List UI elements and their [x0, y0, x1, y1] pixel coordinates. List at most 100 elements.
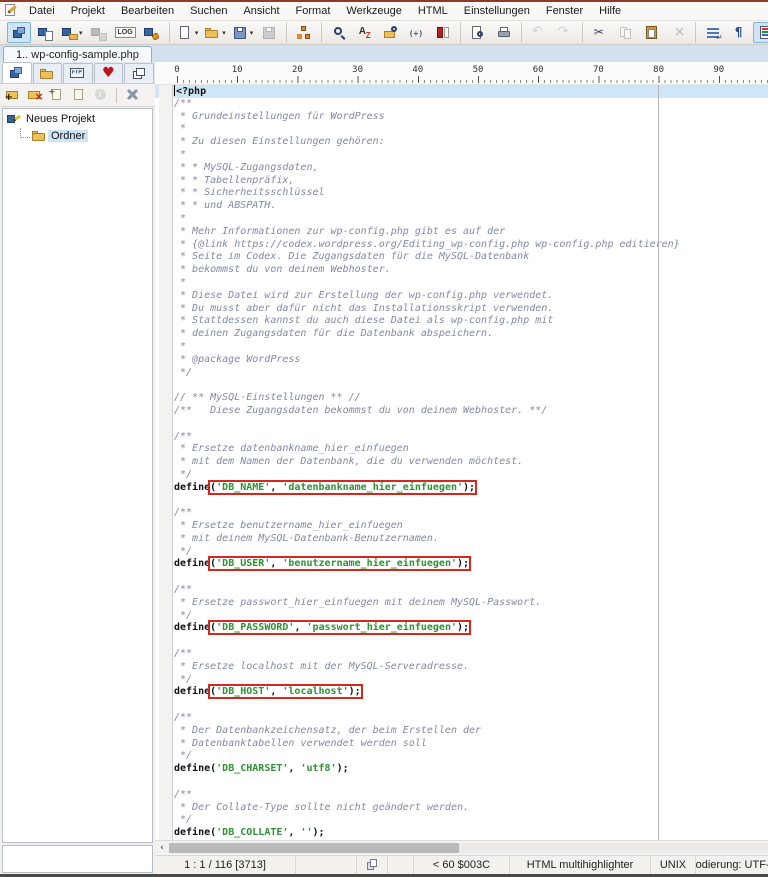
project-add-button[interactable]: ▾	[59, 22, 85, 43]
code-line[interactable]: * deinen Zugangsdaten für die Datenbank …	[155, 328, 768, 341]
code-line[interactable]: * * und ABSPATH.	[155, 200, 768, 213]
code-line[interactable]: */	[155, 814, 768, 827]
code-line[interactable]: * * MySQL-Zugangsdaten,	[155, 162, 768, 175]
code-line[interactable]: */	[155, 610, 768, 623]
code-line[interactable]: */	[155, 750, 768, 763]
indent-button[interactable]	[701, 22, 725, 43]
chevron-down-icon[interactable]: ▾	[250, 29, 254, 37]
scrollbar-track[interactable]	[459, 843, 768, 853]
project-tools-button[interactable]	[122, 86, 142, 105]
code-line[interactable]: * Zu diesen Einstellungen gehören:	[155, 136, 768, 149]
copy-button[interactable]	[614, 22, 638, 43]
menu-item-ansicht[interactable]: Ansicht	[235, 4, 287, 18]
code-line[interactable]: /**	[155, 431, 768, 444]
code-line[interactable]: define('DB_NAME', 'datenbankname_hier_ei…	[155, 482, 768, 495]
code-line[interactable]: /**	[155, 648, 768, 661]
code-line[interactable]: */	[155, 469, 768, 482]
code-line[interactable]: define('DB_HOST', 'localhost');	[155, 686, 768, 699]
code-line[interactable]	[155, 418, 768, 431]
code-line[interactable]: define('DB_CHARSET', 'utf8');	[155, 763, 768, 776]
code-area[interactable]: <?php /** * Grundeinstellungen für WordPr…	[155, 85, 768, 840]
menu-item-einstellungen[interactable]: Einstellungen	[456, 4, 538, 18]
add-note-button[interactable]	[47, 86, 67, 105]
scroll-left-arrow-icon[interactable]: ‹	[155, 842, 169, 855]
code-line[interactable]: *	[155, 277, 768, 290]
scrollbar-thumb[interactable]	[169, 843, 459, 853]
code-line[interactable]: *	[155, 149, 768, 162]
code-line[interactable]: * @package WordPress	[155, 354, 768, 367]
code-line[interactable]: /**	[155, 789, 768, 802]
new-file-button[interactable]: ▾	[175, 22, 201, 43]
tree-item-ordner[interactable]: Ordner	[3, 128, 152, 143]
new-note-button[interactable]	[69, 86, 89, 105]
code-line[interactable]: * {@link https://codex.wordpress.org/Edi…	[155, 239, 768, 252]
code-line[interactable]: *	[155, 123, 768, 136]
code-line[interactable]: *	[155, 341, 768, 354]
code-line[interactable]: * Ersetze benutzername_hier_einfuegen	[155, 520, 768, 533]
code-line[interactable]: * * Sicherheitsschlüssel	[155, 187, 768, 200]
delete-button[interactable]	[666, 22, 690, 43]
code-line[interactable]: define('DB_USER', 'benutzername_hier_ein…	[155, 558, 768, 571]
code-line[interactable]: * Ersetze passwort_hier_einfuegen mit de…	[155, 597, 768, 610]
code-line[interactable]: /**	[155, 584, 768, 597]
code-line[interactable]: */	[155, 546, 768, 559]
project-new-file-button[interactable]	[33, 22, 57, 43]
code-line[interactable]: define('DB_COLLATE', '');	[155, 827, 768, 840]
code-line[interactable]: /**	[155, 507, 768, 520]
paste-button[interactable]	[640, 22, 664, 43]
info-button[interactable]	[91, 86, 111, 105]
code-line[interactable]: define('DB_PASSWORD', 'passwort_hier_ein…	[155, 622, 768, 635]
chevron-down-icon[interactable]: ▾	[79, 29, 83, 37]
replace-button[interactable]	[353, 22, 377, 43]
code-line[interactable]: * Ersetze localhost mit der MySQL-Server…	[155, 661, 768, 674]
code-line[interactable]	[155, 699, 768, 712]
open-file-button[interactable]: ▾	[202, 22, 228, 43]
print-button[interactable]	[492, 22, 516, 43]
code-line[interactable]: /** Diese Zugangsdaten bekommst du von d…	[155, 405, 768, 418]
code-line[interactable]: * bekommst du von deinem Webhoster.	[155, 264, 768, 277]
code-line[interactable]	[155, 776, 768, 789]
code-line[interactable]: * * Tabellenpräfix,	[155, 175, 768, 188]
code-line[interactable]: * Datenbanktabellen verwendet werden sol…	[155, 738, 768, 751]
undo-button[interactable]	[527, 22, 551, 43]
multihighlighter-button[interactable]	[753, 22, 768, 43]
code-line[interactable]: * Seite im Codex. Die Zugangsdaten für d…	[155, 251, 768, 264]
redo-button[interactable]	[553, 22, 577, 43]
chevron-down-icon[interactable]: ▾	[222, 29, 226, 37]
preview-button[interactable]	[466, 22, 490, 43]
menu-item-werkzeuge[interactable]: Werkzeuge	[338, 4, 409, 18]
code-line[interactable]: * mit dem Namen der Datenbank, die du ve…	[155, 456, 768, 469]
structure-view-button[interactable]	[292, 22, 316, 43]
code-line[interactable]	[155, 635, 768, 648]
add-folder-button[interactable]	[3, 86, 23, 105]
cut-button[interactable]	[588, 22, 612, 43]
show-paragraphs-button[interactable]	[727, 22, 751, 43]
code-line[interactable]: // ** MySQL-Einstellungen ** //	[155, 392, 768, 405]
remove-folder-button[interactable]	[25, 86, 45, 105]
code-line[interactable]: * Mehr Informationen zur wp-config.php g…	[155, 226, 768, 239]
code-line[interactable]: * Du musst aber dafür nicht das Installa…	[155, 303, 768, 316]
code-line[interactable]: * Grundeinstellungen für WordPress	[155, 111, 768, 124]
project-log-button[interactable]: LOG	[113, 22, 138, 43]
code-line[interactable]: */	[155, 367, 768, 380]
code-line[interactable]: * Der Datenbankzeichensatz, der beim Ers…	[155, 725, 768, 738]
chevron-down-icon[interactable]: ▾	[195, 29, 199, 37]
code-line[interactable]: * Der Collate-Type sollte nicht geändert…	[155, 802, 768, 815]
save-file-button[interactable]: ▾	[230, 22, 256, 43]
projects-view-button[interactable]	[7, 22, 31, 43]
code-line[interactable]: <?php	[155, 85, 768, 98]
menu-item-html[interactable]: HTML	[410, 4, 456, 18]
horizontal-scrollbar[interactable]: ‹	[155, 840, 768, 855]
menu-item-bearbeiten[interactable]: Bearbeiten	[113, 4, 182, 18]
menu-item-datei[interactable]: Datei	[21, 4, 63, 18]
code-line[interactable]: /**	[155, 712, 768, 725]
project-save-button[interactable]	[87, 22, 111, 43]
code-line[interactable]	[155, 571, 768, 584]
sidebar-tab-files[interactable]	[33, 63, 63, 83]
tab-wp-config-sample[interactable]: 1.. wp-config-sample.php	[3, 46, 152, 62]
menu-item-fenster[interactable]: Fenster	[538, 4, 591, 18]
save-all-button[interactable]	[257, 22, 281, 43]
code-line[interactable]: * Stattdessen kannst du auch diese Datei…	[155, 315, 768, 328]
code-line[interactable]: * Diese Datei wird zur Erstellung der wp…	[155, 290, 768, 303]
menu-item-hilfe[interactable]: Hilfe	[591, 4, 629, 18]
